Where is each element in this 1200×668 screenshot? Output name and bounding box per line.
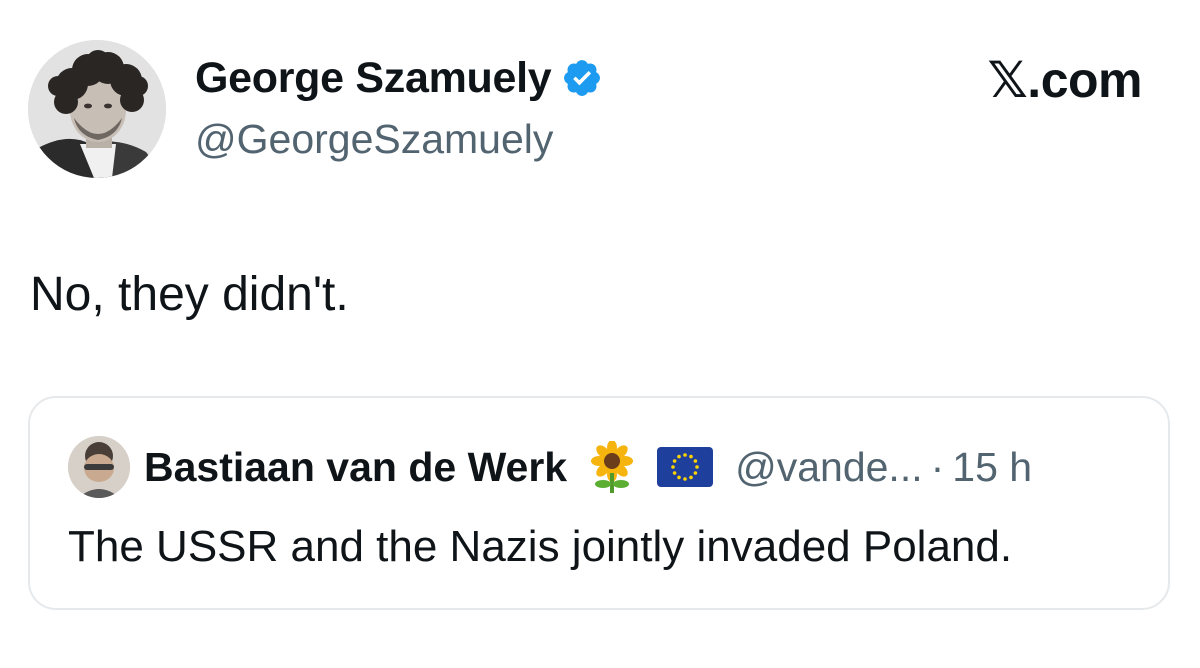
quoted-tweet-timestamp[interactable]: 15 h: [952, 441, 1032, 493]
tweet-text: No, they didn't.: [30, 268, 349, 321]
quoted-tweet-card[interactable]: Bastiaan van de Werk @vande... · 15 h Th…: [28, 396, 1170, 610]
x-brand-logo: 𝕏.com: [987, 52, 1143, 108]
eu-flag-emoji-icon: [657, 447, 714, 487]
quoted-author-photo-icon: [68, 436, 130, 498]
quoted-author-name[interactable]: Bastiaan van de Werk: [144, 441, 567, 493]
quoted-tweet-text: The USSR and the Nazis jointly invaded P…: [68, 522, 1013, 571]
author-avatar[interactable]: [28, 40, 166, 178]
author-name[interactable]: George Szamuely: [195, 52, 603, 104]
sunflower-emoji-icon: [591, 441, 634, 493]
quoted-tweet-separator: ·: [930, 444, 945, 490]
quoted-tweet-header: Bastiaan van de Werk @vande... · 15 h: [68, 436, 1032, 498]
author-name-text: George Szamuely: [195, 54, 552, 102]
quoted-author-avatar[interactable]: [68, 436, 130, 498]
verified-badge-icon: [564, 60, 601, 96]
author-photo-icon: [28, 40, 166, 178]
quoted-author-handle[interactable]: @vande...: [735, 441, 923, 493]
author-handle[interactable]: @GeorgeSzamuely: [195, 114, 553, 164]
